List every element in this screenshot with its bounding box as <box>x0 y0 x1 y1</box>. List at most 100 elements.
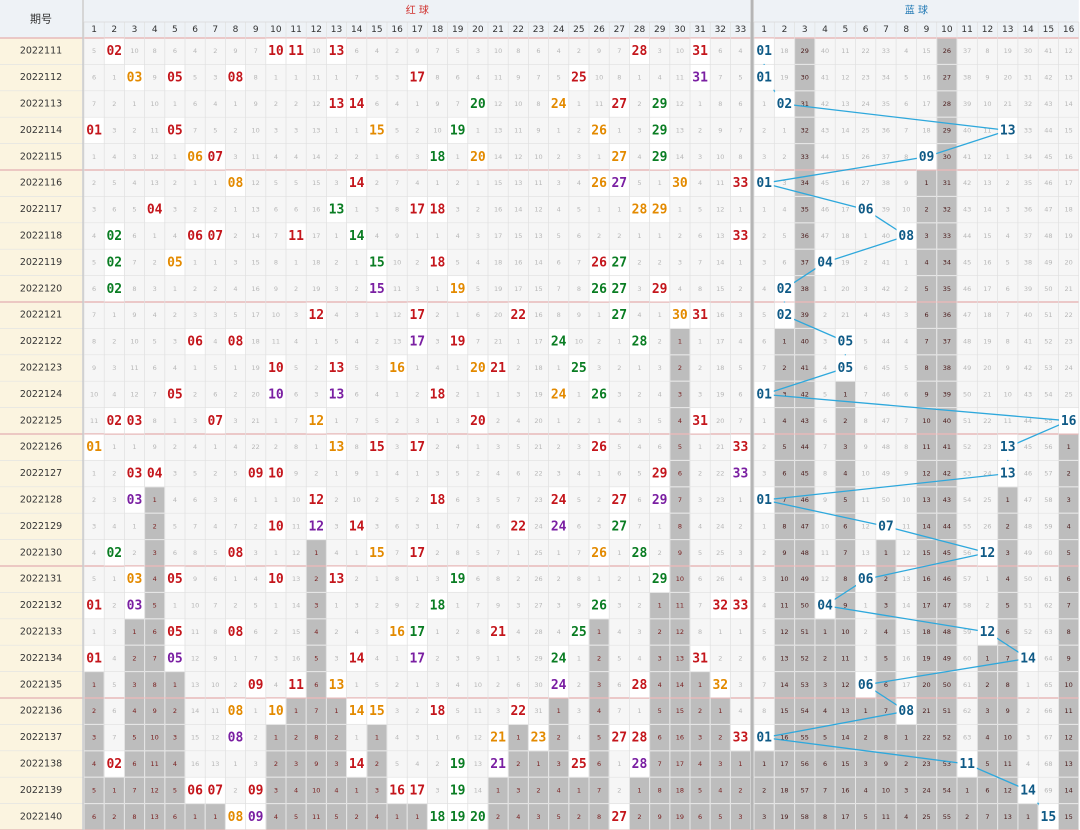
red-missing-count: 28 <box>534 628 542 636</box>
blue-missing-count: 51 <box>1024 602 1032 610</box>
red-column-number: 7 <box>212 25 218 35</box>
red-missing-count: 6 <box>153 364 157 372</box>
red-missing-count: 6 <box>213 390 217 398</box>
red-ball-number: 33 <box>733 467 749 482</box>
red-ball-number: 07 <box>207 229 223 244</box>
red-missing-count: 12 <box>514 153 522 161</box>
blue-missing-count: 5 <box>782 443 786 451</box>
red-missing-count: 1 <box>617 549 621 557</box>
red-missing-count: 7 <box>92 311 96 319</box>
red-missing-count: 4 <box>314 628 318 636</box>
red-missing-count: 6 <box>456 734 460 742</box>
red-missing-count: 14 <box>534 258 542 266</box>
blue-missing-count: 35 <box>943 285 951 293</box>
red-missing-count: 3 <box>496 443 500 451</box>
red-ball-number: 19 <box>450 123 466 138</box>
red-missing-count: 5 <box>294 179 298 187</box>
red-missing-count: 17 <box>514 285 522 293</box>
blue-missing-count: 6 <box>823 417 827 425</box>
red-ball-number: 07 <box>207 150 223 165</box>
blue-missing-count: 33 <box>1024 126 1032 134</box>
red-missing-count: 4 <box>112 153 116 161</box>
period-label: 2022139 <box>20 785 62 796</box>
red-missing-count: 4 <box>132 179 136 187</box>
red-missing-count: 2 <box>92 179 96 187</box>
red-missing-count: 16 <box>716 311 724 319</box>
red-missing-count: 1 <box>597 417 601 425</box>
blue-missing-count: 15 <box>1065 813 1073 821</box>
red-missing-count: 11 <box>151 760 159 768</box>
red-missing-count: 1 <box>173 100 177 108</box>
blue-missing-count: 1 <box>762 760 766 768</box>
blue-missing-count: 58 <box>963 602 971 610</box>
red-ball-number: 28 <box>632 678 648 693</box>
red-missing-count: 7 <box>193 126 197 134</box>
red-ball-number: 11 <box>288 44 304 59</box>
blue-missing-count: 12 <box>902 549 910 557</box>
red-ball-number: 28 <box>632 335 648 350</box>
red-missing-count: 4 <box>658 681 662 689</box>
red-missing-count: 3 <box>213 496 217 504</box>
red-ball-section-header: 红 球 <box>406 4 429 17</box>
red-missing-count: 2 <box>213 470 217 478</box>
red-ball-number: 27 <box>611 255 627 270</box>
red-missing-count: 6 <box>153 628 157 636</box>
blue-missing-count: 52 <box>801 654 809 662</box>
blue-missing-count: 34 <box>1024 153 1032 161</box>
blue-missing-count: 27 <box>943 74 951 82</box>
red-missing-count: 2 <box>698 470 702 478</box>
red-missing-count: 20 <box>716 417 724 425</box>
red-missing-count: 1 <box>355 126 359 134</box>
red-missing-count: 2 <box>233 390 237 398</box>
red-missing-count: 9 <box>355 470 359 478</box>
red-missing-count: 6 <box>678 470 682 478</box>
red-missing-count: 10 <box>353 496 361 504</box>
blue-missing-count: 4 <box>1006 232 1010 240</box>
red-ball-number: 05 <box>167 651 183 666</box>
blue-missing-count: 12 <box>983 153 991 161</box>
red-missing-count: 16 <box>514 258 522 266</box>
blue-missing-count: 3 <box>1067 496 1071 504</box>
red-missing-count: 1 <box>617 206 621 214</box>
red-column-number: 21 <box>492 25 503 35</box>
blue-missing-count: 1 <box>904 258 908 266</box>
blue-missing-count: 34 <box>882 74 890 82</box>
red-missing-count: 1 <box>112 311 116 319</box>
blue-missing-count: 37 <box>963 47 971 55</box>
blue-missing-count: 1 <box>762 100 766 108</box>
red-missing-count: 2 <box>213 206 217 214</box>
red-missing-count: 1 <box>577 786 581 794</box>
red-missing-count: 9 <box>678 549 682 557</box>
blue-missing-count: 29 <box>943 126 951 134</box>
red-missing-count: 4 <box>213 338 217 346</box>
red-missing-count: 3 <box>557 470 561 478</box>
blue-missing-count: 6 <box>904 100 908 108</box>
red-missing-count: 2 <box>597 232 601 240</box>
red-missing-count: 3 <box>557 760 561 768</box>
blue-ball-number: 14 <box>1020 651 1036 666</box>
period-label: 2022118 <box>20 231 62 242</box>
blue-missing-count: 8 <box>762 707 766 715</box>
red-missing-count: 3 <box>173 338 177 346</box>
red-missing-count: 1 <box>698 338 702 346</box>
red-ball-number: 15 <box>369 123 385 138</box>
red-missing-count: 3 <box>637 126 641 134</box>
blue-ball-number: 13 <box>1000 467 1016 482</box>
period-label: 2022127 <box>20 468 62 479</box>
red-ball-number: 03 <box>127 467 143 482</box>
red-missing-count: 9 <box>153 443 157 451</box>
red-missing-count: 9 <box>516 74 520 82</box>
red-missing-count: 7 <box>637 522 641 530</box>
red-missing-count: 9 <box>213 654 217 662</box>
red-missing-count: 6 <box>456 496 460 504</box>
blue-missing-count: 1 <box>864 602 868 610</box>
blue-missing-count: 21 <box>922 707 930 715</box>
blue-column-number: 14 <box>1022 25 1034 35</box>
red-missing-count: 6 <box>456 74 460 82</box>
red-missing-count: 7 <box>678 496 682 504</box>
blue-missing-count: 30 <box>1024 47 1032 55</box>
red-missing-count: 1 <box>395 813 399 821</box>
blue-missing-count: 14 <box>983 206 991 214</box>
red-missing-count: 3 <box>112 126 116 134</box>
red-missing-count: 7 <box>577 549 581 557</box>
